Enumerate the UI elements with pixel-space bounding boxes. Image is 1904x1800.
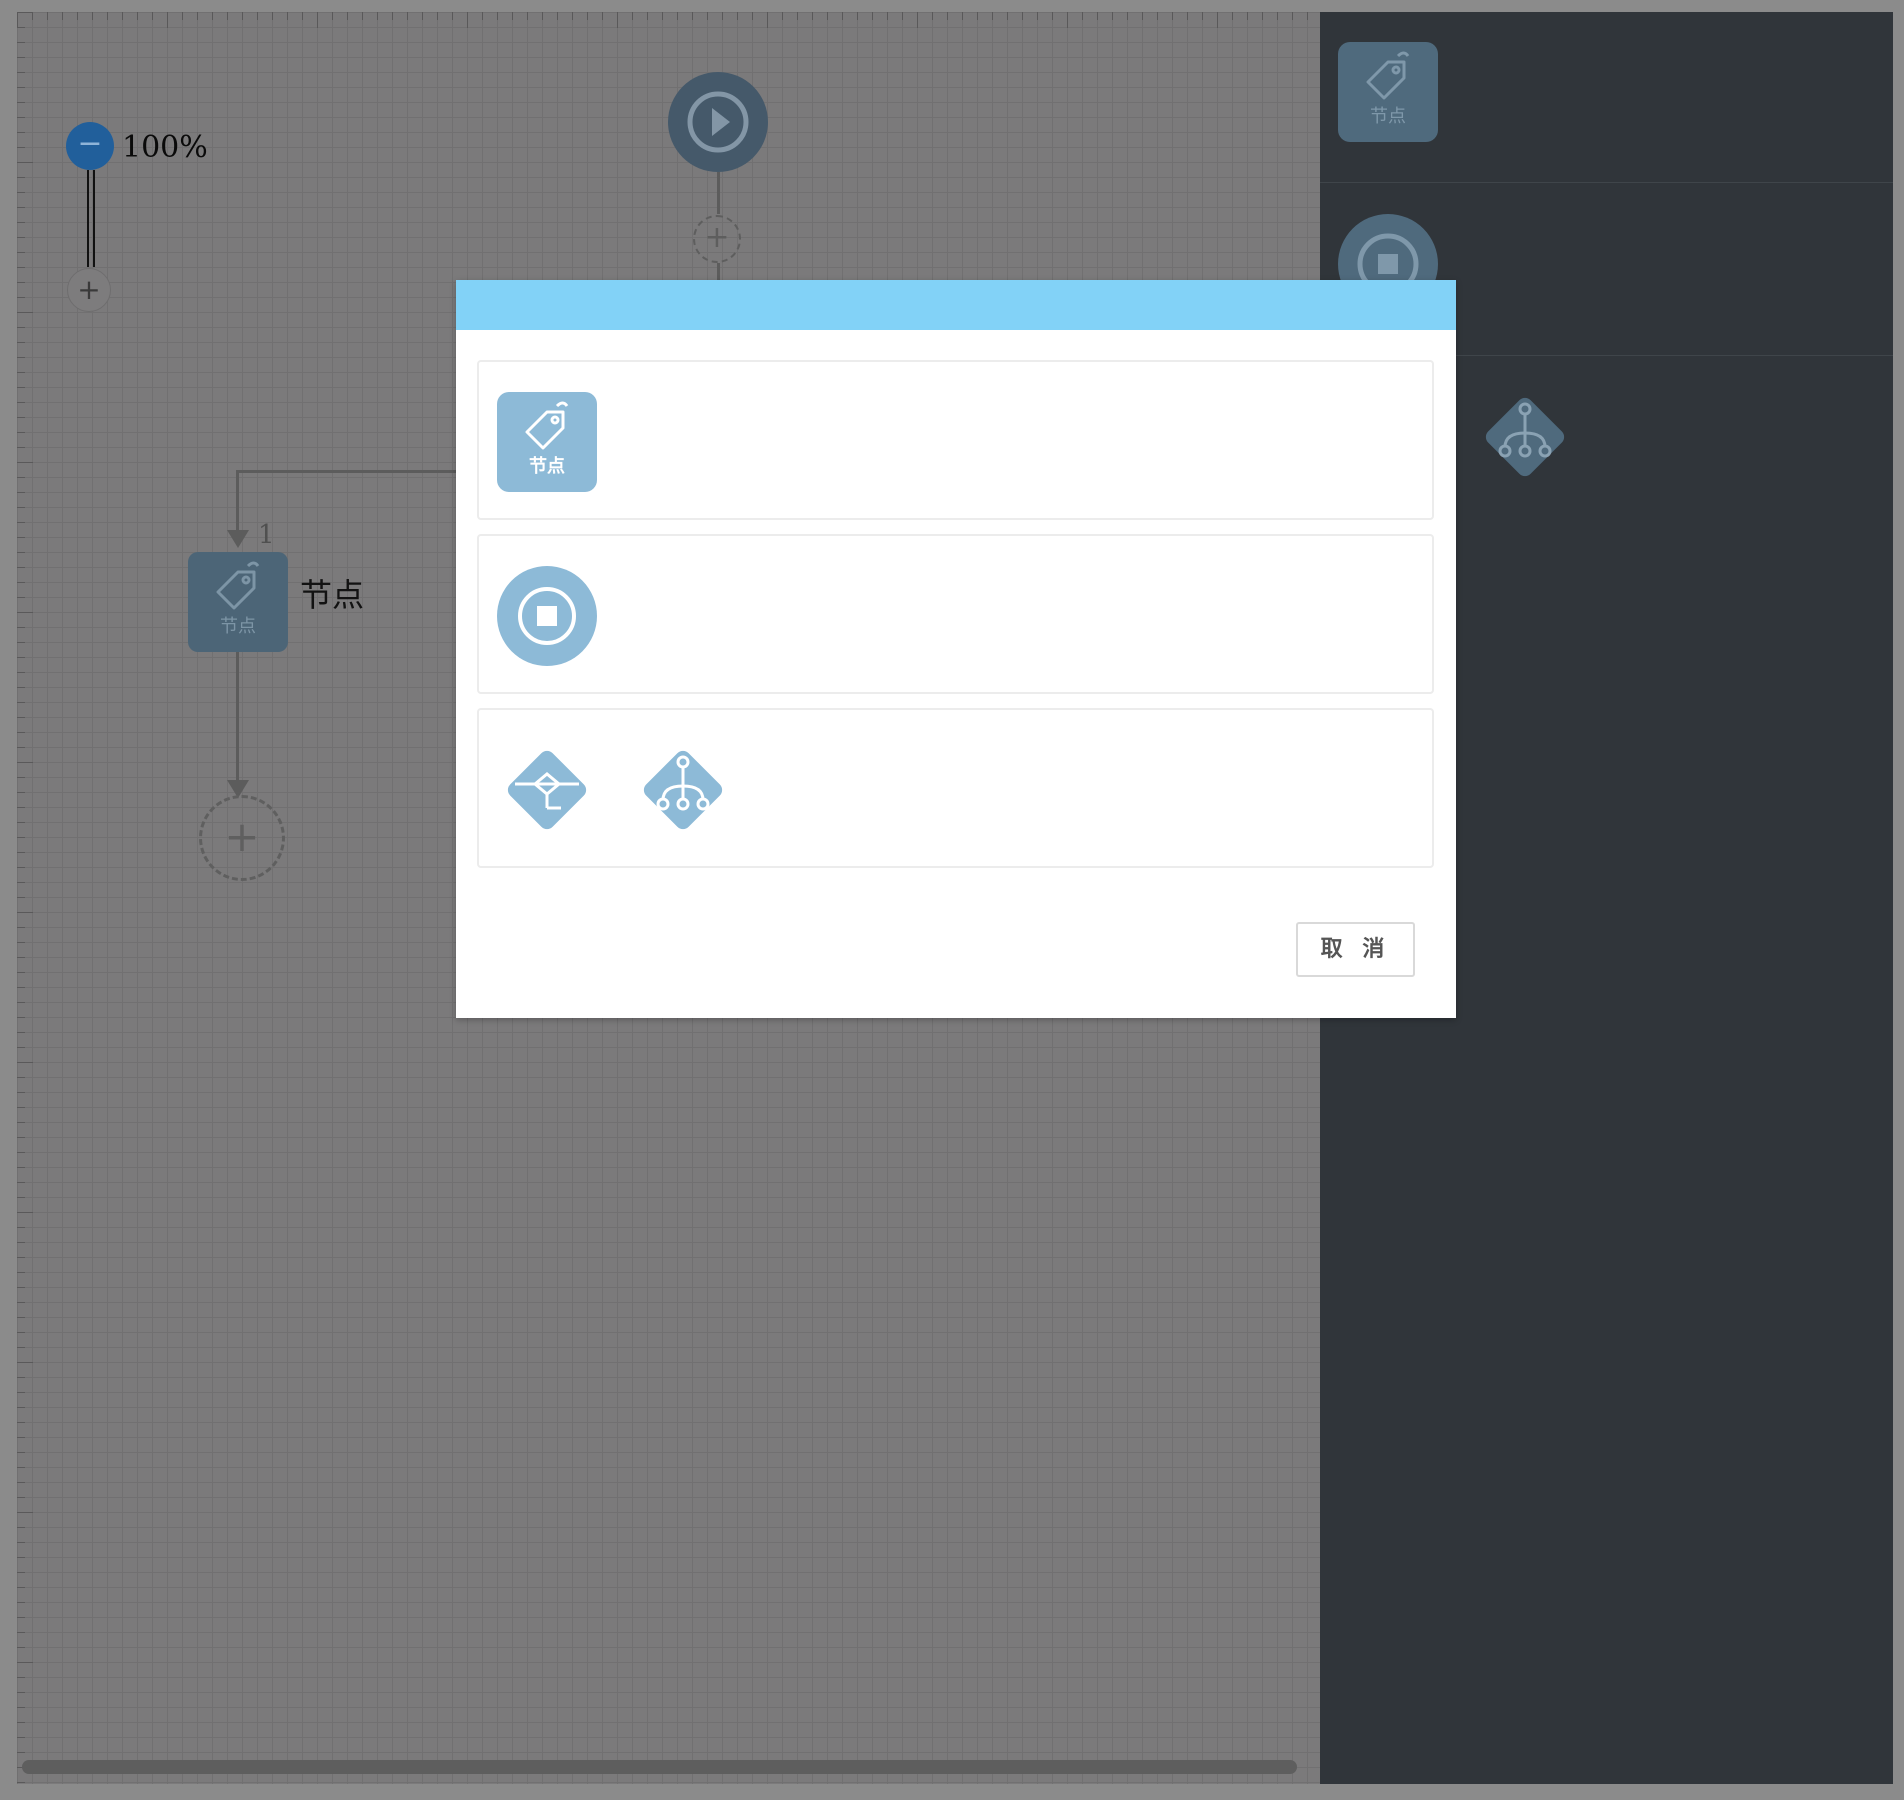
arrow-head — [227, 530, 249, 548]
app-frame: + 1 节点 节点 + − + 100% 节点 节点 取 消 — [0, 0, 1904, 1800]
zoom-in-button[interactable]: + — [67, 268, 111, 312]
palette-parallel-gateway[interactable] — [1475, 387, 1575, 487]
zoom-level-label: 100% — [122, 130, 208, 165]
end-node-option[interactable] — [497, 566, 597, 666]
play-circle-icon — [687, 91, 749, 153]
connector-line — [236, 470, 239, 532]
zoom-slider-track[interactable] — [87, 170, 95, 267]
start-node[interactable] — [668, 72, 768, 172]
task-node[interactable]: 节点 — [188, 552, 288, 652]
cancel-button[interactable]: 取 消 — [1296, 922, 1415, 977]
task-node-caption: 节点 — [220, 616, 256, 637]
exclusive-gateway-option[interactable] — [497, 740, 597, 840]
stop-circle-icon — [518, 587, 576, 645]
end-node-group — [477, 534, 1434, 694]
tag-icon — [525, 401, 569, 450]
add-node-button[interactable]: + — [693, 215, 741, 263]
panel-divider — [1320, 182, 1893, 183]
connector-line — [236, 652, 239, 782]
fork-tree-diamond-icon — [1485, 397, 1565, 477]
zoom-out-button[interactable]: − — [66, 122, 114, 170]
parallel-gateway-option[interactable] — [633, 740, 733, 840]
task-node-option[interactable]: 节点 — [497, 392, 597, 492]
horizontal-scrollbar[interactable] — [22, 1760, 1297, 1774]
dialog-header — [456, 280, 1456, 330]
palette-task-caption: 节点 — [1370, 106, 1406, 127]
task-node-label: 节点 — [300, 576, 365, 614]
task-option-caption: 节点 — [529, 456, 565, 477]
node-type-dialog: 节点 取 消 — [456, 280, 1456, 1018]
left-ruler — [17, 12, 33, 1784]
tag-icon — [1366, 51, 1410, 100]
palette-task-node[interactable]: 节点 — [1338, 42, 1438, 142]
add-node-button[interactable]: + — [199, 795, 285, 881]
gateway-node-group — [477, 708, 1434, 868]
fork-tree-diamond-icon — [643, 750, 723, 830]
branch-diamond-icon — [507, 750, 587, 830]
edge-order-number: 1 — [258, 520, 275, 550]
top-ruler — [17, 12, 1320, 28]
connector-line — [717, 172, 720, 214]
task-node-group: 节点 — [477, 360, 1434, 520]
connector-line — [236, 470, 460, 473]
tag-icon — [216, 561, 260, 610]
